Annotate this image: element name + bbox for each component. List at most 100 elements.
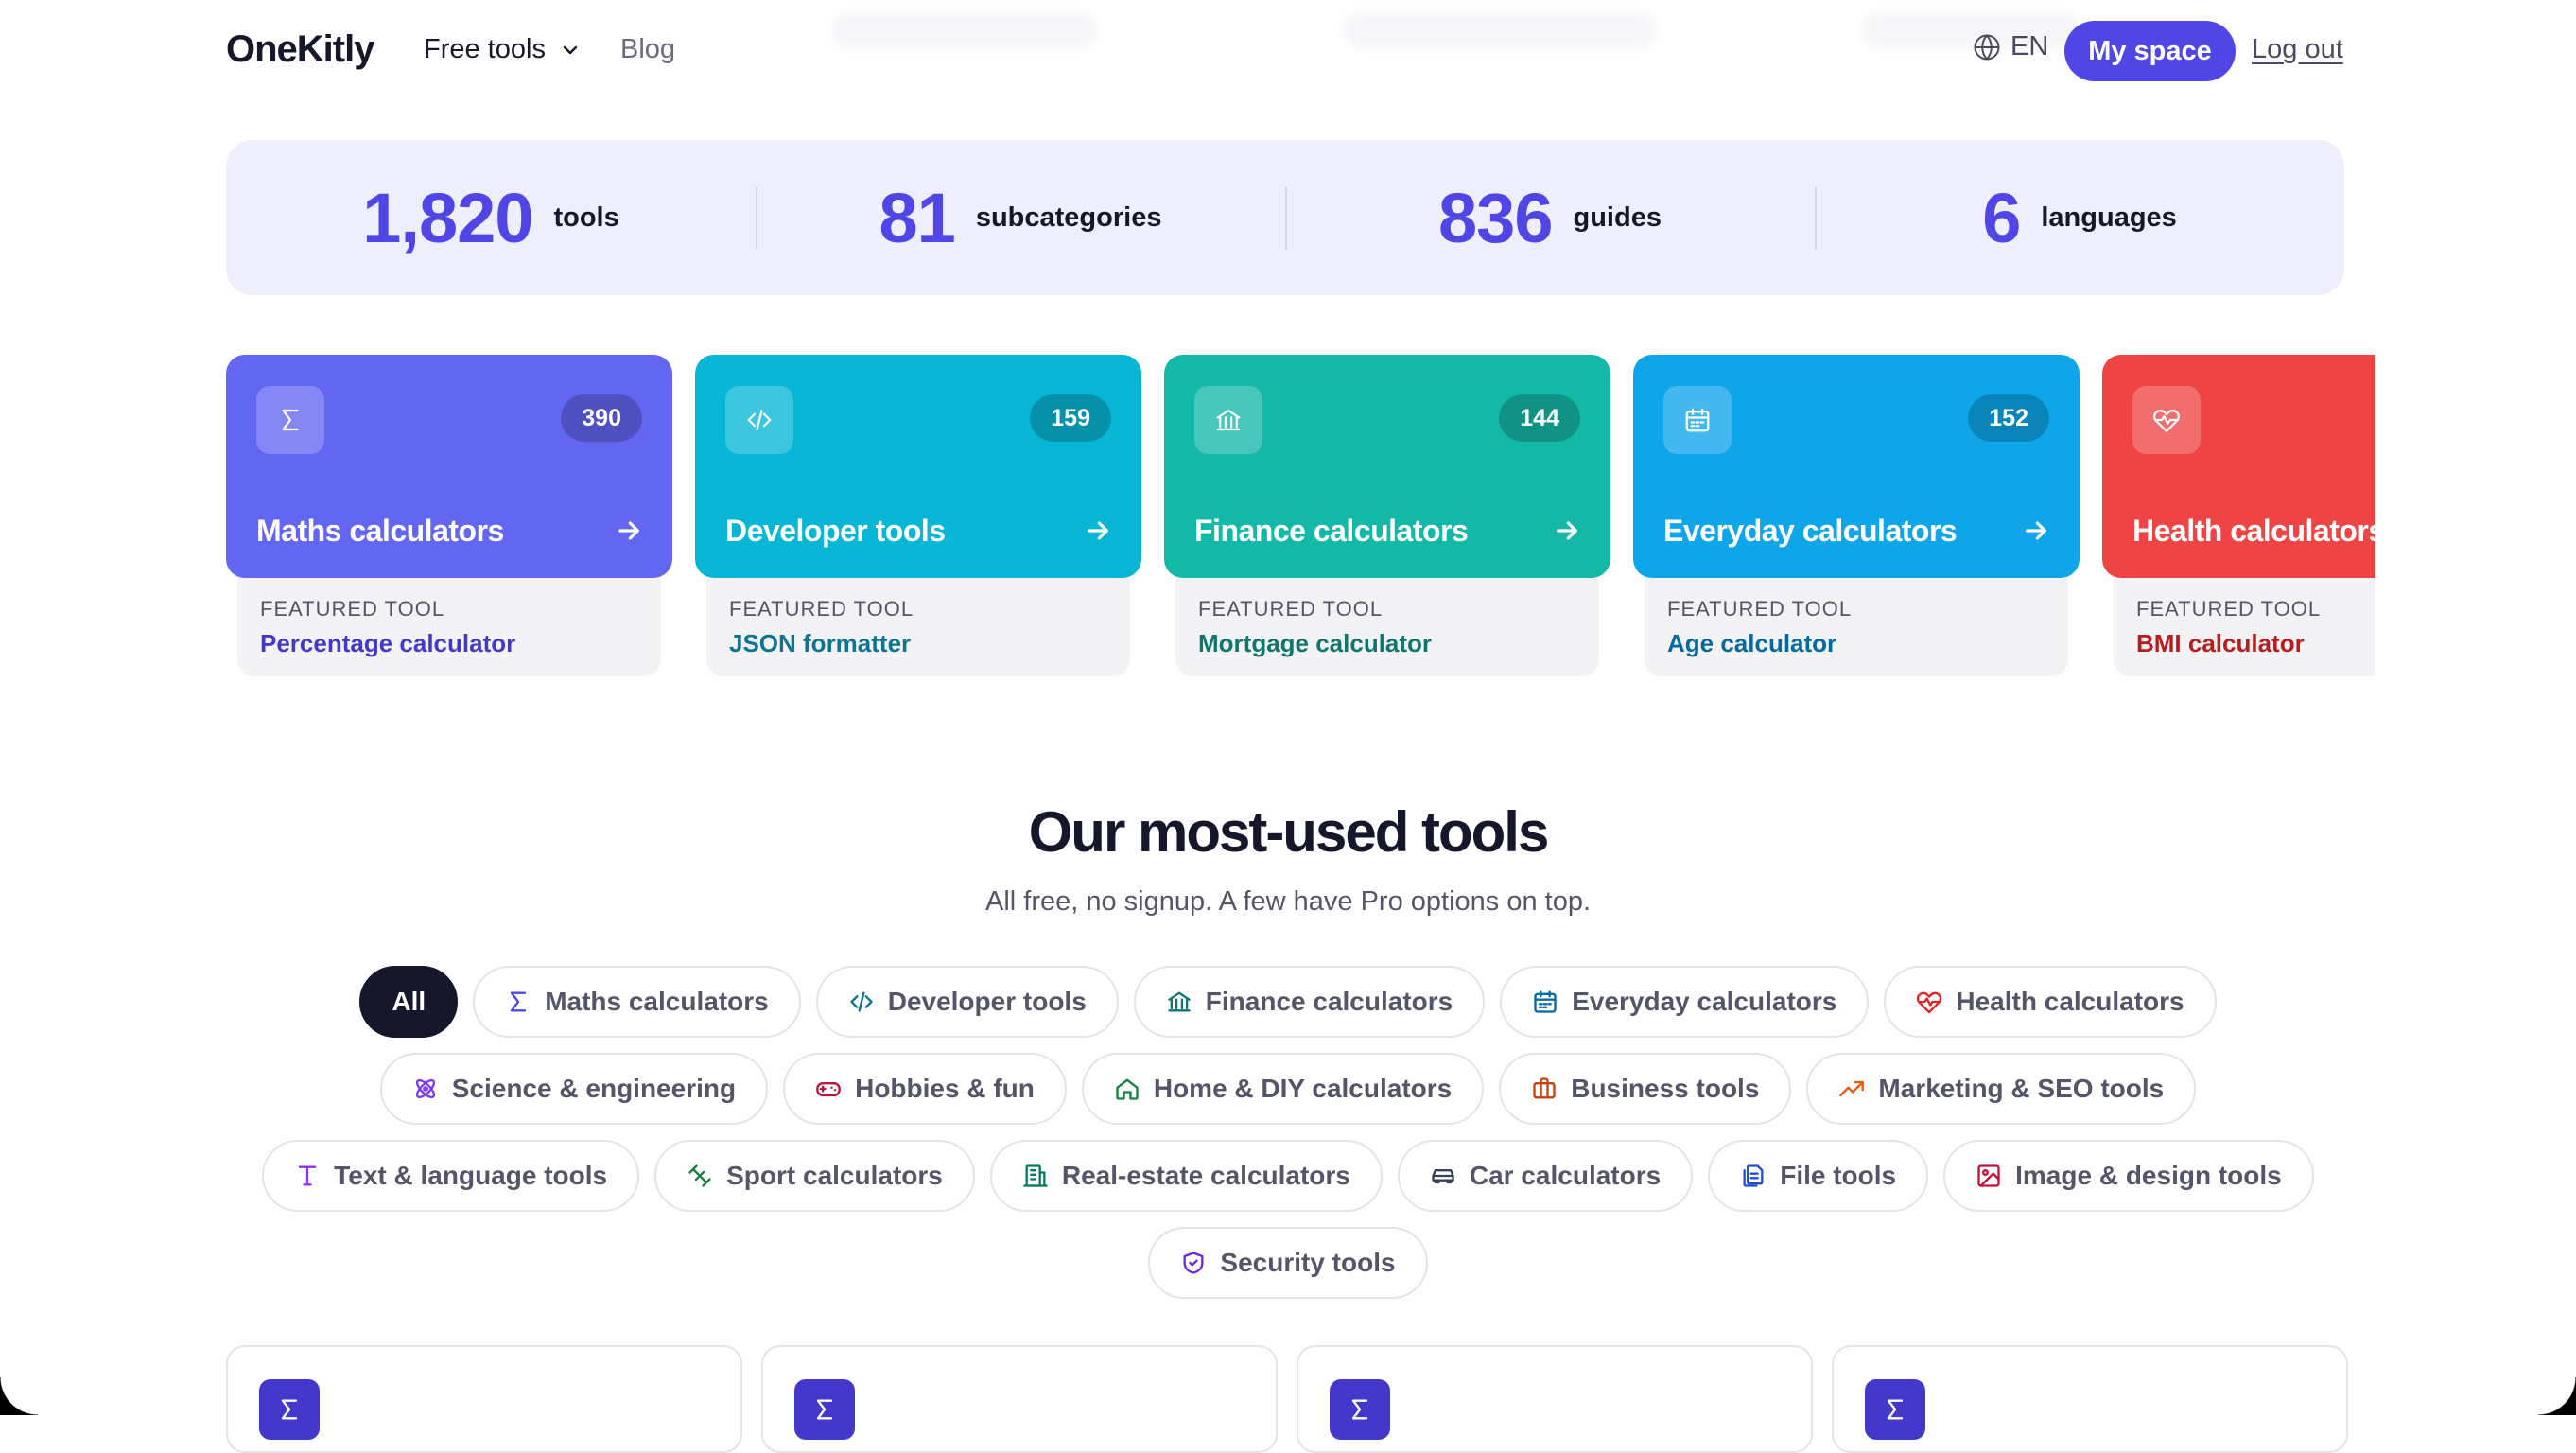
category-count-badge: 144 [1499,394,1580,442]
category-icon-tile [1194,386,1262,454]
filter-chip[interactable]: Science & engineering [379,1053,769,1125]
category-card[interactable]: Health calculators FEATURED TOOL BMI calcu… [2102,355,2375,676]
featured-tool[interactable]: FEATURED TOOL Mortgage calculator [1175,578,1599,676]
stat-languages: 6 languages [1815,140,2344,295]
featured-tool[interactable]: FEATURED TOOL Percentage calculator [237,578,661,676]
tool-card-icon-tile [1330,1379,1390,1440]
featured-tool[interactable]: FEATURED TOOL BMI calculator [2114,578,2375,676]
featured-tool[interactable]: FEATURED TOOL JSON formatter [706,578,1130,676]
arrow-right-icon [1557,521,1577,540]
stat-subcategories: 81 subcategories [756,140,1285,295]
category-title: Health calculators [2132,514,2375,548]
category-icon-tile [256,386,324,454]
calendar-icon [1685,408,1710,432]
filter-chip[interactable]: Business tools [1499,1053,1792,1125]
featured-tool-link[interactable]: Percentage calculator [260,629,638,658]
dumbbell-icon [688,1164,711,1187]
featured-tool[interactable]: FEATURED TOOL Age calculator [1645,578,2068,676]
my-space-button[interactable]: My space [2064,21,2236,81]
tool-card[interactable] [1832,1345,2348,1453]
category-count-badge: 390 [561,394,642,442]
building-icon [1023,1164,1048,1187]
filter-chip[interactable]: Maths calculators [473,966,801,1038]
filter-chip-label: Finance calculators [1205,987,1453,1016]
category-card-header[interactable]: 159 Developer tools [695,355,1141,578]
stat-value: 81 [879,178,956,257]
filter-chip[interactable]: Marketing & SEO tools [1806,1053,2197,1125]
stats-bar: 1,820 tools 81 subcategories 836 guides … [226,140,2344,295]
filter-chip-label: Home & DIY calculators [1153,1074,1453,1103]
language-selector[interactable]: EN [1973,31,2048,62]
category-title: Developer tools [725,514,946,548]
stat-label: guides [1573,201,1662,233]
arrow-right-icon [2026,521,2046,540]
filter-chip[interactable]: File tools [1708,1140,1929,1212]
files-icon [1743,1164,1764,1187]
sigma-icon [816,1399,833,1420]
featured-tool-link[interactable]: BMI calculator [2136,629,2375,658]
category-carousel[interactable]: 390 Maths calculators FEATURED TOOL Percent… [226,355,2375,686]
category-card[interactable]: 390 Maths calculators FEATURED TOOL Percent… [226,355,672,676]
top-header: OneKitly Free tools Blog EN My space Log… [0,0,2576,104]
filter-chip[interactable]: Car calculators [1397,1140,1694,1212]
category-title: Finance calculators [1194,514,1469,548]
featured-tool-link[interactable]: Mortgage calculator [1198,629,1576,658]
category-card[interactable]: 144 Finance calculators FEATURED TOOL Mortg… [1164,355,1610,676]
category-card[interactable]: 159 Developer tools FEATURED TOOL JSON form… [695,355,1141,676]
featured-tool-label: FEATURED TOOL [1667,597,1853,621]
filter-chip[interactable]: Everyday calculators [1500,966,1870,1038]
category-card-header[interactable]: 144 Finance calculators [1164,355,1610,578]
stat-value: 836 [1438,178,1553,257]
category-card[interactable]: 152 Everyday calculators FEATURED TOOL Age … [1633,355,2080,676]
globe-icon [1974,34,2000,60]
sigma-icon [511,991,527,1012]
filter-chip[interactable]: Hobbies & fun [783,1053,1067,1125]
bank-icon [1216,409,1241,431]
tool-card[interactable] [226,1345,742,1453]
filter-chip[interactable]: Developer tools [815,966,1119,1038]
category-count-badge: 152 [1968,394,2049,442]
filter-chip[interactable]: All [359,966,459,1038]
trending-up-icon [1839,1080,1865,1097]
filter-chip-row: Science & engineering Hobbies & fun Home &… [0,1053,2576,1125]
calendar-icon [1534,990,1557,1013]
sigma-icon [1887,1399,1904,1420]
filter-chip-label: All [392,987,426,1016]
filter-chip-label: Health calculators [1956,987,2184,1016]
filter-chip-row: Text & language tools Sport calculators Re… [0,1140,2576,1212]
heart-pulse-icon [2153,410,2180,432]
site-logo[interactable]: OneKitly [226,28,374,71]
filter-chip[interactable]: Health calculators [1884,966,2217,1038]
category-card-header[interactable]: Health calculators [2102,355,2375,578]
category-title: Maths calculators [256,514,504,548]
filter-chip-label: File tools [1780,1161,1897,1190]
type-icon [298,1165,317,1186]
free-tools-menu[interactable]: Free tools [424,34,582,65]
filter-chip[interactable]: Home & DIY calculators [1081,1053,1485,1125]
filter-chip[interactable]: Sport calculators [654,1140,975,1212]
category-icon-tile [725,386,793,454]
filter-chip-label: Developer tools [887,987,1087,1016]
filter-chip[interactable]: Text & language tools [262,1140,640,1212]
category-card-header[interactable]: 390 Maths calculators [226,355,672,578]
filter-chip[interactable]: Real-estate calculators [989,1140,1383,1212]
filter-chip[interactable]: Security tools [1148,1227,1428,1299]
free-tools-label: Free tools [424,34,546,64]
tool-card[interactable] [1297,1345,1813,1453]
window-corner [2538,1377,2576,1415]
tool-card[interactable] [761,1345,1278,1453]
stat-label: tools [553,201,619,233]
gamepad-icon [816,1082,841,1097]
featured-tool-link[interactable]: JSON formatter [729,629,1107,658]
filter-chip[interactable]: Finance calculators [1133,966,1486,1038]
blog-link[interactable]: Blog [620,34,675,65]
arrow-right-icon [1088,521,1108,540]
filter-chip-label: Image & design tools [2015,1161,2282,1190]
home-icon [1116,1078,1139,1100]
log-out-link[interactable]: Log out [2252,34,2343,65]
category-card-header[interactable]: 152 Everyday calculators [1633,355,2080,578]
featured-tool-link[interactable]: Age calculator [1667,629,2045,658]
filter-chip[interactable]: Image & design tools [1943,1140,2314,1212]
image-icon [1977,1164,2000,1187]
arrow-right-icon [618,521,639,540]
